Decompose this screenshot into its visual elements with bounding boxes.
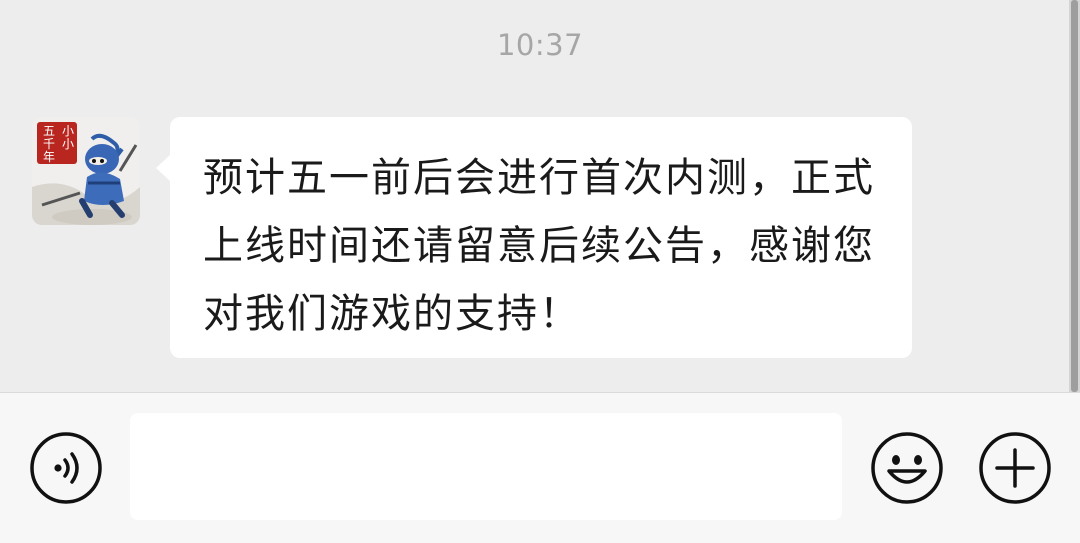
message-timestamp: 10:37 — [496, 28, 584, 62]
message-input[interactable] — [130, 413, 842, 520]
add-button[interactable] — [978, 431, 1052, 505]
bubble-tail — [156, 154, 171, 182]
avatar[interactable]: 小 小 五 千 年 — [32, 117, 140, 225]
emoji-icon — [871, 432, 943, 504]
plus-icon — [979, 432, 1051, 504]
svg-text:千: 千 — [43, 137, 55, 151]
emoji-button[interactable] — [870, 431, 944, 505]
voice-icon — [30, 432, 102, 504]
svg-text:小: 小 — [62, 124, 74, 138]
svg-text:小: 小 — [62, 137, 74, 151]
voice-button[interactable] — [29, 431, 103, 505]
svg-text:五: 五 — [43, 124, 55, 138]
avatar-ninja-icon: 小 小 五 千 年 — [32, 117, 140, 225]
svg-text:年: 年 — [43, 150, 55, 164]
message-text: 预计五一前后会进行首次内测，正式上线时间还请留意后续公告，感谢您对我们游戏的支持… — [203, 155, 875, 337]
